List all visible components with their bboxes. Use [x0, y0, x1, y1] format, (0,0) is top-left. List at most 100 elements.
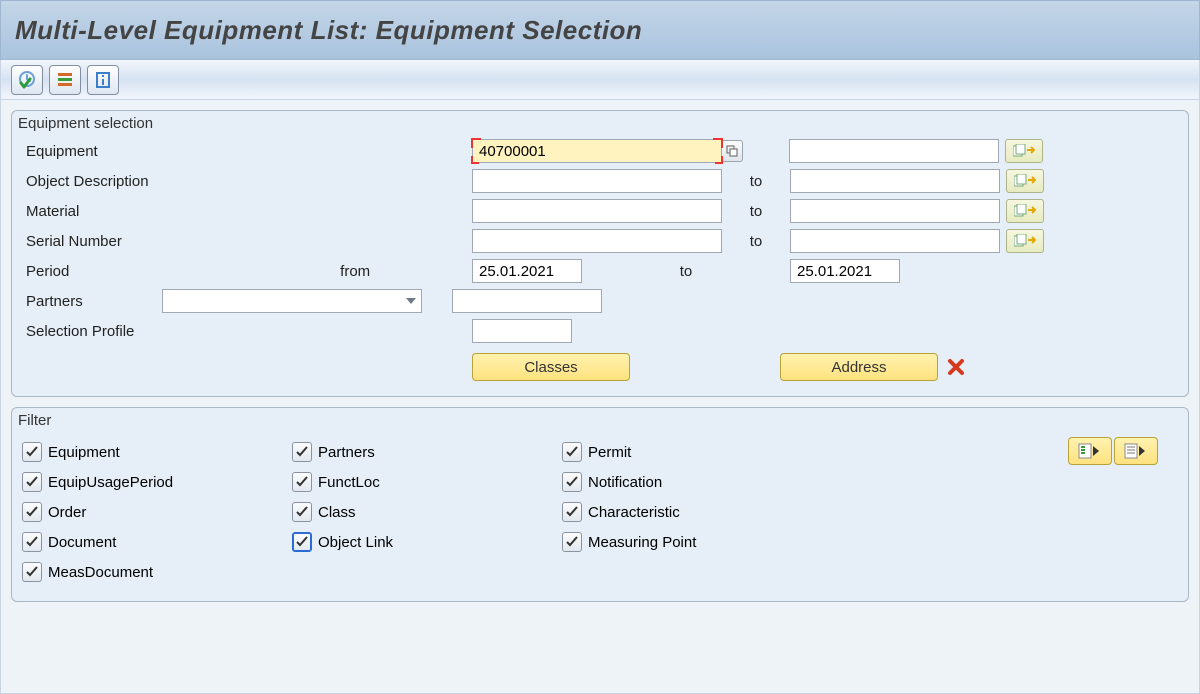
- row-partners: Partners: [22, 286, 1178, 316]
- checkbox-order[interactable]: [22, 502, 42, 522]
- input-material-to[interactable]: [790, 199, 1000, 223]
- multiple-selection-icon: [1014, 234, 1036, 248]
- row-selection-buttons: Classes Address: [22, 352, 1178, 382]
- filter-order: Order: [22, 497, 292, 527]
- deselect-all-icon: [1123, 442, 1149, 460]
- execute-button[interactable]: [11, 65, 43, 95]
- filter-notification-label: Notification: [588, 474, 662, 491]
- row-material: Material to: [22, 196, 1178, 226]
- multiple-selection-icon: [1014, 174, 1036, 188]
- checkbox-permit[interactable]: [562, 442, 582, 462]
- filter-equipment: Equipment: [22, 437, 292, 467]
- filter-partners-label: Partners: [318, 444, 375, 461]
- multisel-serial[interactable]: [1006, 229, 1044, 253]
- input-object-desc-from[interactable]: [472, 169, 722, 193]
- input-material-from[interactable]: [472, 199, 722, 223]
- filter-functloc: FunctLoc: [292, 467, 562, 497]
- row-serial-number: Serial Number to: [22, 226, 1178, 256]
- checkbox-measdocument[interactable]: [22, 562, 42, 582]
- toolbar: [0, 60, 1200, 100]
- input-equipment-from[interactable]: [472, 139, 722, 163]
- filter-partners: Partners: [292, 437, 562, 467]
- filter-class: Class: [292, 497, 562, 527]
- input-object-desc-to[interactable]: [790, 169, 1000, 193]
- filter-equipusageperiod: EquipUsagePeriod: [22, 467, 292, 497]
- checkbox-document[interactable]: [22, 532, 42, 552]
- classes-button[interactable]: Classes: [472, 353, 630, 381]
- program-documentation-button[interactable]: [87, 65, 119, 95]
- input-serial-to[interactable]: [790, 229, 1000, 253]
- checkbox-characteristic[interactable]: [562, 502, 582, 522]
- row-equipment: Equipment: [22, 136, 1178, 166]
- f4-equipment[interactable]: [721, 140, 743, 162]
- checkbox-objectlink[interactable]: [292, 532, 312, 552]
- label-object-description: Object Description: [22, 173, 402, 190]
- filter-measuringpoint-label: Measuring Point: [588, 534, 696, 551]
- filter-objectlink-label: Object Link: [318, 534, 393, 551]
- classes-button-label: Classes: [524, 359, 577, 376]
- multisel-object-desc[interactable]: [1006, 169, 1044, 193]
- input-equipment-to[interactable]: [789, 139, 999, 163]
- filter-measuringpoint: Measuring Point: [562, 527, 832, 557]
- input-selection-profile[interactable]: [472, 319, 572, 343]
- variant-icon: [55, 70, 75, 90]
- checkbox-equipusageperiod[interactable]: [22, 472, 42, 492]
- input-serial-from[interactable]: [472, 229, 722, 253]
- filter-objectlink: Object Link: [292, 527, 562, 557]
- checkbox-partners[interactable]: [292, 442, 312, 462]
- checkbox-class[interactable]: [292, 502, 312, 522]
- filter-characteristic-label: Characteristic: [588, 504, 680, 521]
- filter-buttons: [1068, 437, 1178, 587]
- address-button[interactable]: Address: [780, 353, 938, 381]
- group-filter-title: Filter: [12, 408, 1188, 429]
- label-period: Period from: [22, 263, 402, 280]
- filter-equipment-label: Equipment: [48, 444, 120, 461]
- label-equipment: Equipment: [22, 143, 402, 160]
- filter-class-label: Class: [318, 504, 356, 521]
- filter-document: Document: [22, 527, 292, 557]
- clock-check-icon: [17, 70, 37, 90]
- dropdown-partners[interactable]: [162, 289, 422, 313]
- select-all-icon: [1077, 442, 1103, 460]
- checkbox-measuringpoint[interactable]: [562, 532, 582, 552]
- group-equipment-selection: Equipment selection Equipment: [11, 110, 1189, 397]
- deselect-all-filter-button[interactable]: [1114, 437, 1158, 465]
- to-label-object-desc: to: [722, 173, 790, 190]
- title-bar: Multi-Level Equipment List: Equipment Se…: [0, 0, 1200, 60]
- group-equipment-selection-title: Equipment selection: [12, 111, 1188, 132]
- label-partners: Partners: [22, 293, 162, 310]
- label-serial-number: Serial Number: [22, 233, 402, 250]
- filter-order-label: Order: [48, 504, 86, 521]
- filter-col-1: Equipment EquipUsagePeriod Order Documen…: [22, 437, 292, 587]
- filter-document-label: Document: [48, 534, 116, 551]
- filter-functloc-label: FunctLoc: [318, 474, 380, 491]
- address-button-label: Address: [831, 359, 886, 376]
- checkbox-functloc[interactable]: [292, 472, 312, 492]
- content: Equipment selection Equipment: [0, 100, 1200, 694]
- to-label-material: to: [722, 203, 790, 220]
- info-icon: [93, 70, 113, 90]
- filter-col-2: Partners FunctLoc Class Object Link: [292, 437, 562, 587]
- filter-notification: Notification: [562, 467, 832, 497]
- input-partners-dropdown[interactable]: [162, 289, 422, 313]
- filter-col-3: Permit Notification Characteristic Measu…: [562, 437, 832, 587]
- input-period-from[interactable]: [472, 259, 582, 283]
- filter-permit: Permit: [562, 437, 832, 467]
- multisel-equipment[interactable]: [1005, 139, 1043, 163]
- search-help-icon: [726, 145, 738, 157]
- row-period: Period from to: [22, 256, 1178, 286]
- filter-characteristic: Characteristic: [562, 497, 832, 527]
- multiple-selection-icon: [1014, 204, 1036, 218]
- row-object-description: Object Description to: [22, 166, 1178, 196]
- multisel-material[interactable]: [1006, 199, 1044, 223]
- input-partners-extra[interactable]: [452, 289, 602, 313]
- checkbox-notification[interactable]: [562, 472, 582, 492]
- filter-permit-label: Permit: [588, 444, 631, 461]
- select-all-filter-button[interactable]: [1068, 437, 1112, 465]
- delete-address-button[interactable]: [946, 357, 966, 377]
- checkbox-equipment[interactable]: [22, 442, 42, 462]
- get-variant-button[interactable]: [49, 65, 81, 95]
- filter-equipusageperiod-label: EquipUsagePeriod: [48, 474, 173, 491]
- filter-measdocument-label: MeasDocument: [48, 564, 153, 581]
- input-period-to[interactable]: [790, 259, 900, 283]
